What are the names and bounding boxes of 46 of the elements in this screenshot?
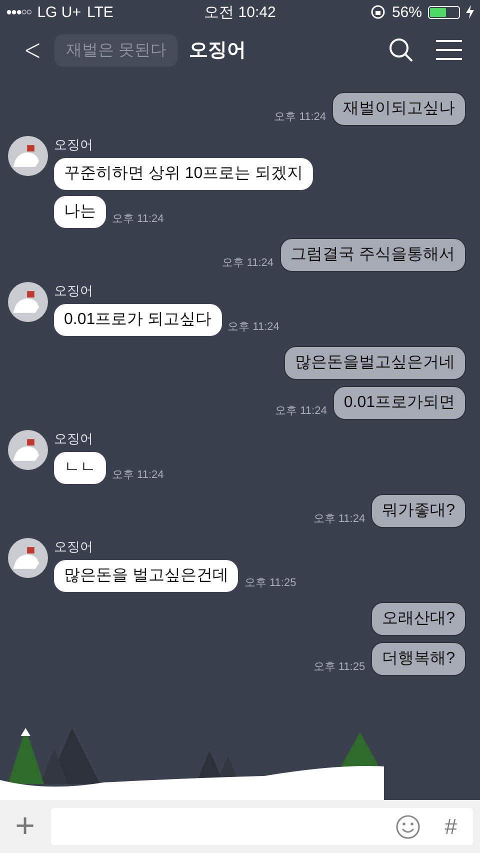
- sender-name: 오징어: [54, 432, 93, 446]
- sender-name: 오징어: [54, 540, 93, 554]
- message-time: 오후 11:24: [228, 320, 280, 334]
- status-time: 오전 10:42: [204, 4, 276, 20]
- message-time: 오후 11:24: [112, 468, 164, 482]
- avatar[interactable]: [8, 538, 48, 578]
- message-input[interactable]: #: [51, 808, 473, 845]
- received-message-bubble: 꾸준히하면 상위 10프로는 되겠지: [54, 158, 314, 190]
- chat-title: 오징어: [189, 40, 246, 61]
- message-time: 오후 11:24: [313, 512, 366, 526]
- carrier-label: LG U+: [37, 4, 81, 20]
- avatar[interactable]: [8, 430, 48, 470]
- emoji-icon[interactable]: [394, 814, 421, 840]
- received-message-bubble: ㄴㄴ: [54, 452, 106, 484]
- message-time: 오후 11:24: [112, 212, 164, 226]
- received-message-bubble: 나는: [54, 196, 106, 228]
- back-button[interactable]: <: [20, 32, 46, 68]
- sent-message-bubble: 그럼결국 주식을통해서: [280, 238, 466, 272]
- network-label: LTE: [86, 4, 114, 20]
- sent-message-bubble: 재벌이되고싶나: [332, 92, 466, 126]
- message-time: 오후 11:24: [275, 404, 327, 418]
- sent-message-bubble: 오래산대?: [371, 602, 466, 636]
- sent-message-bubble: 많은돈을벌고싶은거네: [284, 346, 466, 380]
- sender-name: 오징어: [54, 284, 93, 298]
- message-time: 오후 11:25: [313, 660, 366, 674]
- avatar[interactable]: [8, 282, 48, 322]
- menu-icon: [436, 39, 462, 61]
- message-time: 오후 11:25: [244, 576, 296, 590]
- signal-icon: ●●●○○: [6, 6, 32, 18]
- sent-message-bubble: 뭐가좋대?: [371, 494, 466, 528]
- received-message-bubble: 0.01프로가 되고싶다: [54, 304, 222, 336]
- search-icon: [388, 37, 414, 63]
- rotation-lock-icon: [370, 4, 386, 20]
- battery-percent: 56%: [392, 4, 422, 20]
- sent-message-bubble: 더행복해?: [371, 642, 466, 676]
- charging-icon: [466, 5, 474, 19]
- hashtag-button[interactable]: #: [438, 814, 463, 840]
- avatar[interactable]: [8, 136, 48, 176]
- add-button[interactable]: +: [7, 807, 43, 846]
- sender-name: 오징어: [54, 138, 93, 152]
- sent-message-bubble: 0.01프로가되면: [332, 386, 466, 420]
- message-time: 오후 11:24: [274, 110, 326, 124]
- battery-icon: [428, 6, 460, 18]
- faded-message-bubble: 재벌은 못된다: [54, 34, 178, 67]
- message-time: 오후 11:24: [222, 256, 274, 270]
- received-message-bubble: 많은돈을 벌고싶은건데: [54, 560, 238, 592]
